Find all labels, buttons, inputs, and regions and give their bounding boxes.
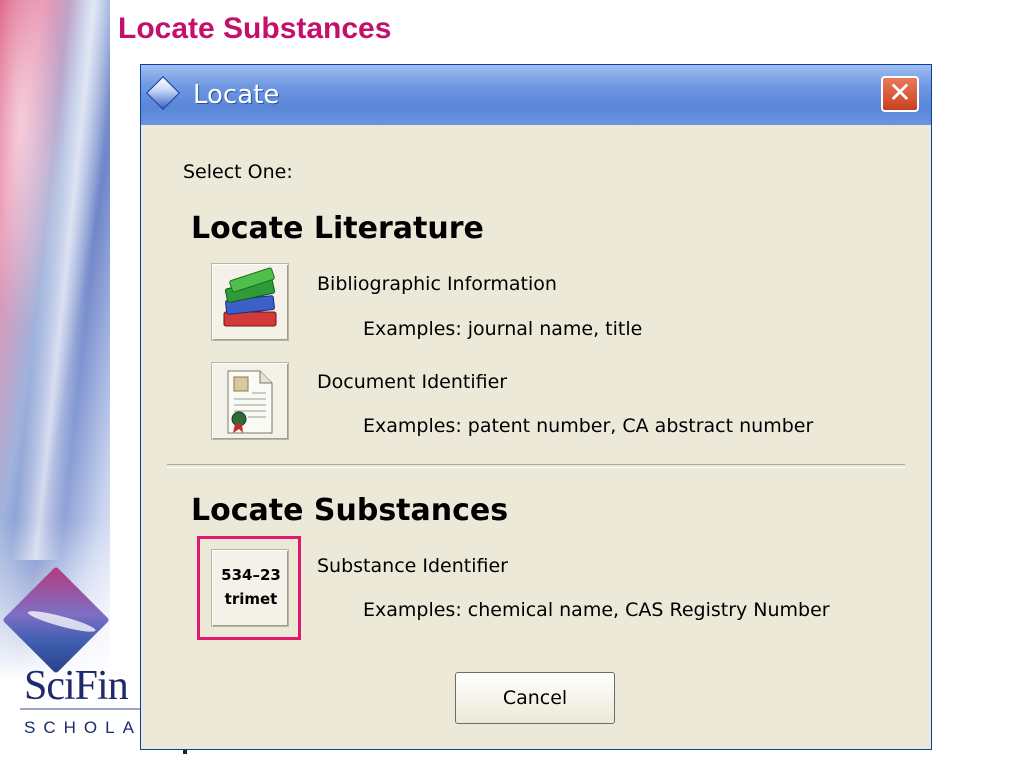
locate-dialog: Locate ✕ Select One: Locate Literature B… [140,64,932,750]
logo-subtitle: SCHOLA [24,718,142,737]
document-option-example: Examples: patent number, CA abstract num… [363,415,814,437]
page-title: Locate Substances [118,12,392,45]
dialog-titlebar[interactable]: Locate ✕ [141,65,931,125]
locate-substances-heading: Locate Substances [191,493,509,528]
logo-divider [20,708,140,710]
select-one-label: Select One: [183,161,293,183]
banner-streak [10,0,120,560]
app-diamond-icon [146,76,180,110]
document-icon [227,370,273,434]
close-button[interactable]: ✕ [881,76,919,112]
document-option-button[interactable] [211,362,289,440]
section-divider [167,464,905,468]
bibliographic-option-button[interactable] [211,263,289,341]
books-icon [223,267,277,327]
cancel-button[interactable]: Cancel [455,672,615,724]
document-option-title[interactable]: Document Identifier [317,371,507,393]
substance-highlight-box [197,536,301,640]
substance-option-example: Examples: chemical name, CAS Registry Nu… [363,599,830,621]
substance-option-title[interactable]: Substance Identifier [317,555,508,577]
logo-wordmark: SciFin [24,663,129,709]
bibliographic-option-example: Examples: journal name, title [363,318,643,340]
locate-literature-heading: Locate Literature [191,211,484,246]
dialog-title: Locate [193,80,280,110]
bibliographic-option-title[interactable]: Bibliographic Information [317,273,557,295]
